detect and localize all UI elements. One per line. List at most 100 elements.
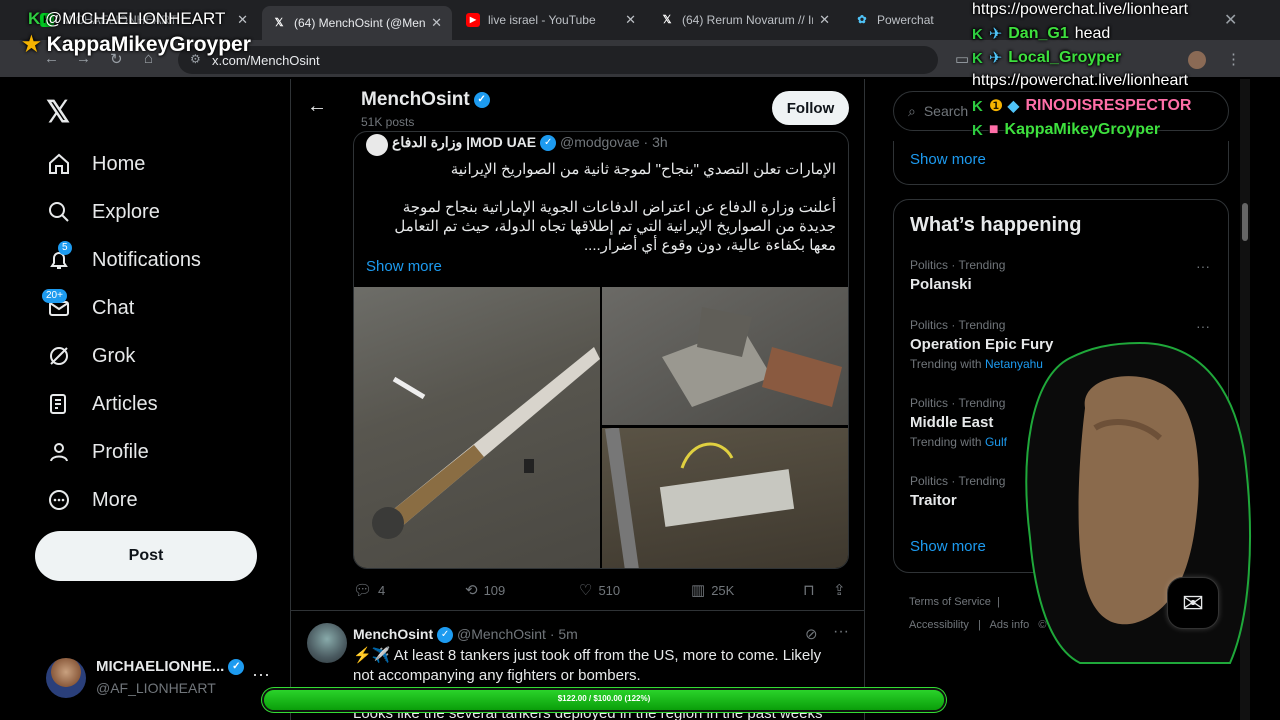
repost-icon: ⟲	[465, 582, 478, 599]
follow-button[interactable]: Follow	[772, 91, 849, 125]
avatar	[366, 134, 388, 156]
reply-button[interactable]: 💬︎ 4	[353, 581, 385, 599]
more-dots-icon[interactable]: ···	[252, 664, 270, 685]
kick-logo-icon: K	[972, 49, 983, 67]
verified-icon: ✓	[473, 91, 490, 108]
search-icon	[46, 199, 72, 225]
nav-more[interactable]: More	[46, 487, 138, 513]
kick-logo-icon: K	[972, 121, 983, 139]
scrollbar-thumb[interactable]	[1242, 203, 1248, 241]
badge-icon: ✈	[988, 26, 1003, 43]
more-dots-icon[interactable]: ···	[833, 623, 849, 641]
powerchat-favicon-icon: ✿	[857, 14, 867, 26]
close-window-icon[interactable]: ✕	[1224, 10, 1237, 30]
close-tab-icon[interactable]: ✕	[819, 12, 830, 28]
grok-icon[interactable]: ⊘	[805, 625, 818, 643]
profile-avatar-icon[interactable]	[1188, 51, 1206, 69]
close-tab-icon[interactable]: ✕	[625, 12, 636, 28]
quote-handle: @modgovae	[560, 134, 640, 150]
left-sidebar: 𝕏 Home Explore 5 Notifications 20+ Chat …	[28, 79, 288, 720]
stream-username-2: KappaMikeyGroyper	[46, 33, 251, 56]
grok-icon	[46, 343, 72, 369]
sidebar-box: Show more	[893, 141, 1229, 185]
account-name: MICHAELIONHE...	[96, 658, 225, 675]
messages-button[interactable]: ✉	[1167, 577, 1219, 629]
account-switcher[interactable]: MICHAELIONHE... ✓ @AF_LIONHEART ···	[46, 654, 286, 704]
browser-tab[interactable]: ▶ live israel - YouTube ✕	[456, 6, 646, 34]
back-arrow-icon[interactable]: ←	[307, 95, 327, 118]
bookmark-button[interactable]: ⊓	[803, 581, 821, 599]
accessibility-link[interactable]: Accessibility	[909, 619, 969, 631]
like-button[interactable]: ♡ 510	[579, 581, 620, 599]
avatar[interactable]	[307, 623, 347, 663]
show-more-link[interactable]: Show more	[366, 258, 442, 275]
verified-icon: ✓	[540, 135, 557, 152]
nav-profile[interactable]: Profile	[46, 439, 149, 465]
show-more-link[interactable]: Show more	[910, 538, 986, 555]
nav-articles[interactable]: Articles	[46, 391, 158, 417]
browser-tab[interactable]: 𝕏 (64) Rerum Novarum // In ✕	[650, 6, 840, 34]
verified-icon: ✓	[228, 659, 245, 676]
close-tab-icon[interactable]: ✕	[431, 15, 442, 31]
article-icon	[46, 391, 72, 417]
views-button[interactable]: ▥ 25K	[691, 581, 734, 599]
nav-grok[interactable]: Grok	[46, 343, 135, 369]
account-handle: @AF_LIONHEART	[96, 680, 216, 696]
share-button[interactable]: ⇪	[833, 581, 852, 599]
x-favicon-icon: 𝕏	[274, 17, 284, 29]
post-author: MenchOsint	[353, 626, 434, 642]
kick-logo-icon: K	[972, 97, 983, 115]
person-icon	[46, 439, 72, 465]
trend-link[interactable]: Gulf	[985, 435, 1007, 449]
notification-badge: 5	[58, 241, 72, 255]
post-button[interactable]: Post	[35, 531, 257, 581]
chat-message: https://powerchat.live/lionheart	[972, 72, 1189, 89]
quote-body: أعلنت وزارة الدفاع عن اعتراض الدفاعات ال…	[394, 199, 836, 254]
avatar	[46, 658, 86, 698]
nav-home[interactable]: Home	[46, 151, 145, 177]
media-image-debris[interactable]	[602, 287, 848, 425]
vtuber-avatar	[1010, 338, 1255, 668]
post-actions: 💬︎ 4 ⟲ 109 ♡ 510 ▥ 25K ⊓ ⇪	[353, 581, 849, 601]
media-image-missile[interactable]	[354, 287, 600, 568]
chat-message: K ✈ Local_Groyper	[972, 49, 1122, 67]
url-input[interactable]: ⚙ x.com/MenchOsint	[178, 46, 938, 74]
nav-chat[interactable]: 20+ Chat	[42, 289, 134, 321]
nav-explore[interactable]: Explore	[46, 199, 160, 225]
home-icon	[46, 151, 72, 177]
chat-message: https://powerchat.live/lionheart	[972, 1, 1189, 18]
star-icon: ★	[22, 33, 41, 56]
reply-icon: 💬︎	[353, 582, 373, 599]
badge-icon: ◆	[1007, 98, 1020, 115]
tos-link[interactable]: Terms of Service	[909, 596, 991, 608]
post-handle: @MenchOsint	[457, 626, 546, 642]
post-time: · 5m	[549, 626, 578, 642]
nav-notifications[interactable]: 5 Notifications	[46, 241, 201, 273]
mail-icon: ✉	[1182, 587, 1204, 618]
menu-icon[interactable]: ⋮	[1226, 50, 1241, 68]
media-image-component[interactable]	[602, 428, 848, 568]
install-app-icon[interactable]: ▭	[955, 50, 969, 68]
close-tab-icon[interactable]: ✕	[237, 12, 248, 28]
x-logo-icon[interactable]: 𝕏	[46, 95, 70, 130]
search-icon: ⌕	[908, 102, 916, 119]
donation-goal-bar: $122.00 / $100.00 (122%)	[262, 688, 946, 712]
goal-label: $122.00 / $100.00 (122%)	[557, 694, 651, 703]
browser-tab[interactable]: ✿ Powerchat	[845, 6, 965, 34]
show-more-link[interactable]: Show more	[910, 151, 986, 168]
heart-icon: ♡	[579, 582, 593, 599]
bar-chart-icon: ▥	[691, 582, 706, 599]
repost-button[interactable]: ⟲ 109	[465, 581, 505, 599]
panel-title: What’s happening	[910, 214, 1082, 236]
trend-item[interactable]: Politics · Trending Polanski ···	[910, 258, 1210, 293]
kick-logo-icon: K	[972, 25, 983, 43]
more-dots-icon[interactable]: ···	[1196, 258, 1210, 274]
quoted-post[interactable]: وزارة الدفاع |MOD UAE ✓ @modgovae · 3h ال…	[353, 131, 849, 569]
more-dots-icon[interactable]: ···	[1196, 318, 1210, 334]
post-count: 51K posts	[361, 115, 415, 129]
profile-name: MenchOsint	[361, 89, 470, 110]
profile-header: ← MenchOsint ✓ 51K posts Follow	[291, 79, 864, 131]
main-timeline: ← MenchOsint ✓ 51K posts Follow وزارة الد…	[290, 79, 865, 720]
chat-message: K ✈ Dan_G1 head	[972, 25, 1111, 43]
browser-tab-active[interactable]: 𝕏 (64) MenchOsint (@Menc ✕	[262, 6, 452, 40]
